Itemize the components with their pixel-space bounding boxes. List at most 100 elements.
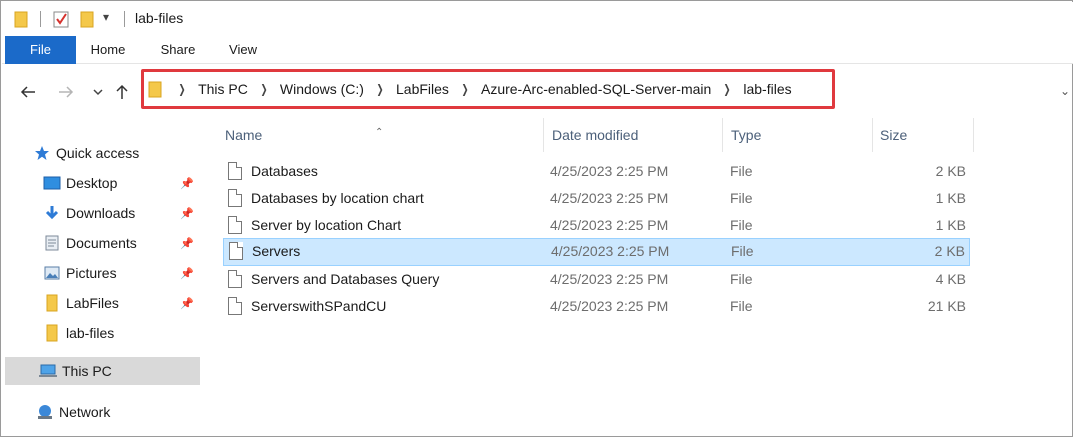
download-arrow-icon xyxy=(42,204,62,222)
chevron-down-icon xyxy=(93,89,103,96)
breadcrumb-lab-files[interactable]: lab-files xyxy=(741,81,793,97)
explorer-window: ▾ lab-files File Home Share View ❯ This … xyxy=(0,0,1073,437)
nav-label: Downloads xyxy=(66,205,136,221)
customize-toolbar-chevron-icon[interactable]: ▾ xyxy=(103,10,109,24)
folder-icon xyxy=(148,81,162,98)
folder-icon[interactable] xyxy=(14,10,28,28)
new-folder-icon[interactable] xyxy=(80,10,94,28)
file-row-selected[interactable]: Servers 4/25/2023 2:25 PM File 2 KB xyxy=(223,238,970,266)
file-icon xyxy=(228,297,242,315)
file-type: File xyxy=(730,298,753,314)
address-dropdown-icon[interactable]: ⌄ xyxy=(1060,84,1070,98)
file-icon xyxy=(228,216,242,234)
nav-item-lab-files[interactable]: lab-files xyxy=(42,319,200,347)
file-row[interactable]: ServerswithSPandCU 4/25/2023 2:25 PM Fil… xyxy=(223,294,970,319)
column-header-size[interactable]: Size xyxy=(873,118,974,152)
file-date: 4/25/2023 2:25 PM xyxy=(550,298,669,314)
properties-icon[interactable] xyxy=(53,10,69,28)
file-icon xyxy=(229,242,243,260)
nav-label: Quick access xyxy=(56,145,140,161)
recent-locations-button[interactable] xyxy=(86,80,110,104)
arrow-up-icon xyxy=(116,84,128,99)
network-icon xyxy=(35,403,55,421)
forward-button[interactable] xyxy=(54,80,78,104)
file-name: Servers and Databases Query xyxy=(251,271,440,287)
back-button[interactable] xyxy=(16,80,40,104)
pin-icon[interactable]: 📌 xyxy=(180,177,194,190)
arrow-left-icon xyxy=(20,86,35,98)
file-size: 1 KB xyxy=(935,190,966,206)
nav-this-pc[interactable]: This PC xyxy=(5,357,200,385)
breadcrumb-windows-c[interactable]: Windows (C:) xyxy=(278,81,366,97)
file-date: 4/25/2023 2:25 PM xyxy=(550,190,669,206)
tab-home[interactable]: Home xyxy=(82,36,134,64)
title-separator xyxy=(40,11,41,27)
desktop-icon xyxy=(42,174,62,192)
file-icon xyxy=(228,270,242,288)
breadcrumb-separator-icon[interactable]: ❯ xyxy=(254,82,274,96)
nav-label: Pictures xyxy=(66,265,117,281)
tab-view[interactable]: View xyxy=(217,36,269,64)
star-icon xyxy=(32,144,52,162)
pin-icon[interactable]: 📌 xyxy=(180,237,194,250)
address-bar[interactable]: ❯ This PC ❯ Windows (C:) ❯ LabFiles ❯ Az… xyxy=(141,69,835,109)
nav-item-pictures[interactable]: Pictures 📌 xyxy=(42,259,200,287)
file-type: File xyxy=(730,217,753,233)
file-type: File xyxy=(731,243,754,259)
file-row[interactable]: Servers and Databases Query 4/25/2023 2:… xyxy=(223,267,970,292)
nav-label: lab-files xyxy=(66,325,115,341)
nav-label: Network xyxy=(59,404,111,420)
nav-label: LabFiles xyxy=(66,295,119,311)
file-size: 2 KB xyxy=(934,243,965,259)
column-header-date[interactable]: Date modified xyxy=(544,118,723,152)
column-header-label: Size xyxy=(880,127,908,143)
documents-icon xyxy=(42,234,62,252)
navigation-pane: Quick access Desktop 📌 Downloads 📌 Docum… xyxy=(2,116,202,436)
pin-icon[interactable]: 📌 xyxy=(180,207,194,220)
file-size: 4 KB xyxy=(935,271,966,287)
file-name: Servers xyxy=(252,243,301,259)
folder-icon xyxy=(42,294,62,312)
file-size: 2 KB xyxy=(935,163,966,179)
computer-icon xyxy=(38,362,58,380)
tab-file[interactable]: File xyxy=(5,36,76,64)
breadcrumb-this-pc[interactable]: This PC xyxy=(196,81,250,97)
file-row[interactable]: Databases 4/25/2023 2:25 PM File 2 KB xyxy=(223,159,970,184)
tab-share[interactable]: Share xyxy=(152,36,204,64)
file-size: 1 KB xyxy=(935,217,966,233)
file-row[interactable]: Databases by location chart 4/25/2023 2:… xyxy=(223,186,970,211)
file-list: ⌃ Name Date modified Type Size Databases… xyxy=(211,116,1071,436)
nav-item-labfiles[interactable]: LabFiles 📌 xyxy=(42,289,200,317)
title-separator xyxy=(124,11,125,27)
breadcrumb-separator-icon[interactable]: ❯ xyxy=(718,82,738,96)
nav-network[interactable]: Network xyxy=(5,398,200,426)
file-name: ServerswithSPandCU xyxy=(251,298,387,314)
breadcrumb-azure-arc[interactable]: Azure-Arc-enabled-SQL-Server-main xyxy=(479,81,713,97)
column-header-name[interactable]: ⌃ Name xyxy=(211,118,544,152)
up-button[interactable] xyxy=(110,80,134,104)
file-row[interactable]: Server by location Chart 4/25/2023 2:25 … xyxy=(223,213,970,238)
sort-ascending-icon: ⌃ xyxy=(375,127,384,138)
column-header-type[interactable]: Type xyxy=(723,118,873,152)
nav-label: This PC xyxy=(62,363,112,379)
arrow-right-icon xyxy=(59,86,74,98)
breadcrumb-labfiles[interactable]: LabFiles xyxy=(394,81,451,97)
pin-icon[interactable]: 📌 xyxy=(180,267,194,280)
column-header-label: Type xyxy=(731,127,762,143)
file-type: File xyxy=(730,190,753,206)
ribbon: File Home Share View xyxy=(2,36,1073,64)
folder-icon xyxy=(42,324,62,342)
breadcrumb-separator-icon[interactable]: ❯ xyxy=(455,82,475,96)
nav-label: Desktop xyxy=(66,175,118,191)
nav-item-desktop[interactable]: Desktop 📌 xyxy=(42,169,200,197)
nav-item-documents[interactable]: Documents 📌 xyxy=(42,229,200,257)
file-icon xyxy=(228,189,242,207)
breadcrumb-separator-icon[interactable]: ❯ xyxy=(370,82,390,96)
column-header-label: Name xyxy=(225,127,263,143)
navigation-bar: ❯ This PC ❯ Windows (C:) ❯ LabFiles ❯ Az… xyxy=(2,64,1073,116)
breadcrumb-separator-icon[interactable]: ❯ xyxy=(172,82,192,96)
pin-icon[interactable]: 📌 xyxy=(180,297,194,310)
nav-item-downloads[interactable]: Downloads 📌 xyxy=(42,199,200,227)
nav-quick-access[interactable]: Quick access xyxy=(32,139,200,167)
file-date: 4/25/2023 2:25 PM xyxy=(551,243,670,259)
